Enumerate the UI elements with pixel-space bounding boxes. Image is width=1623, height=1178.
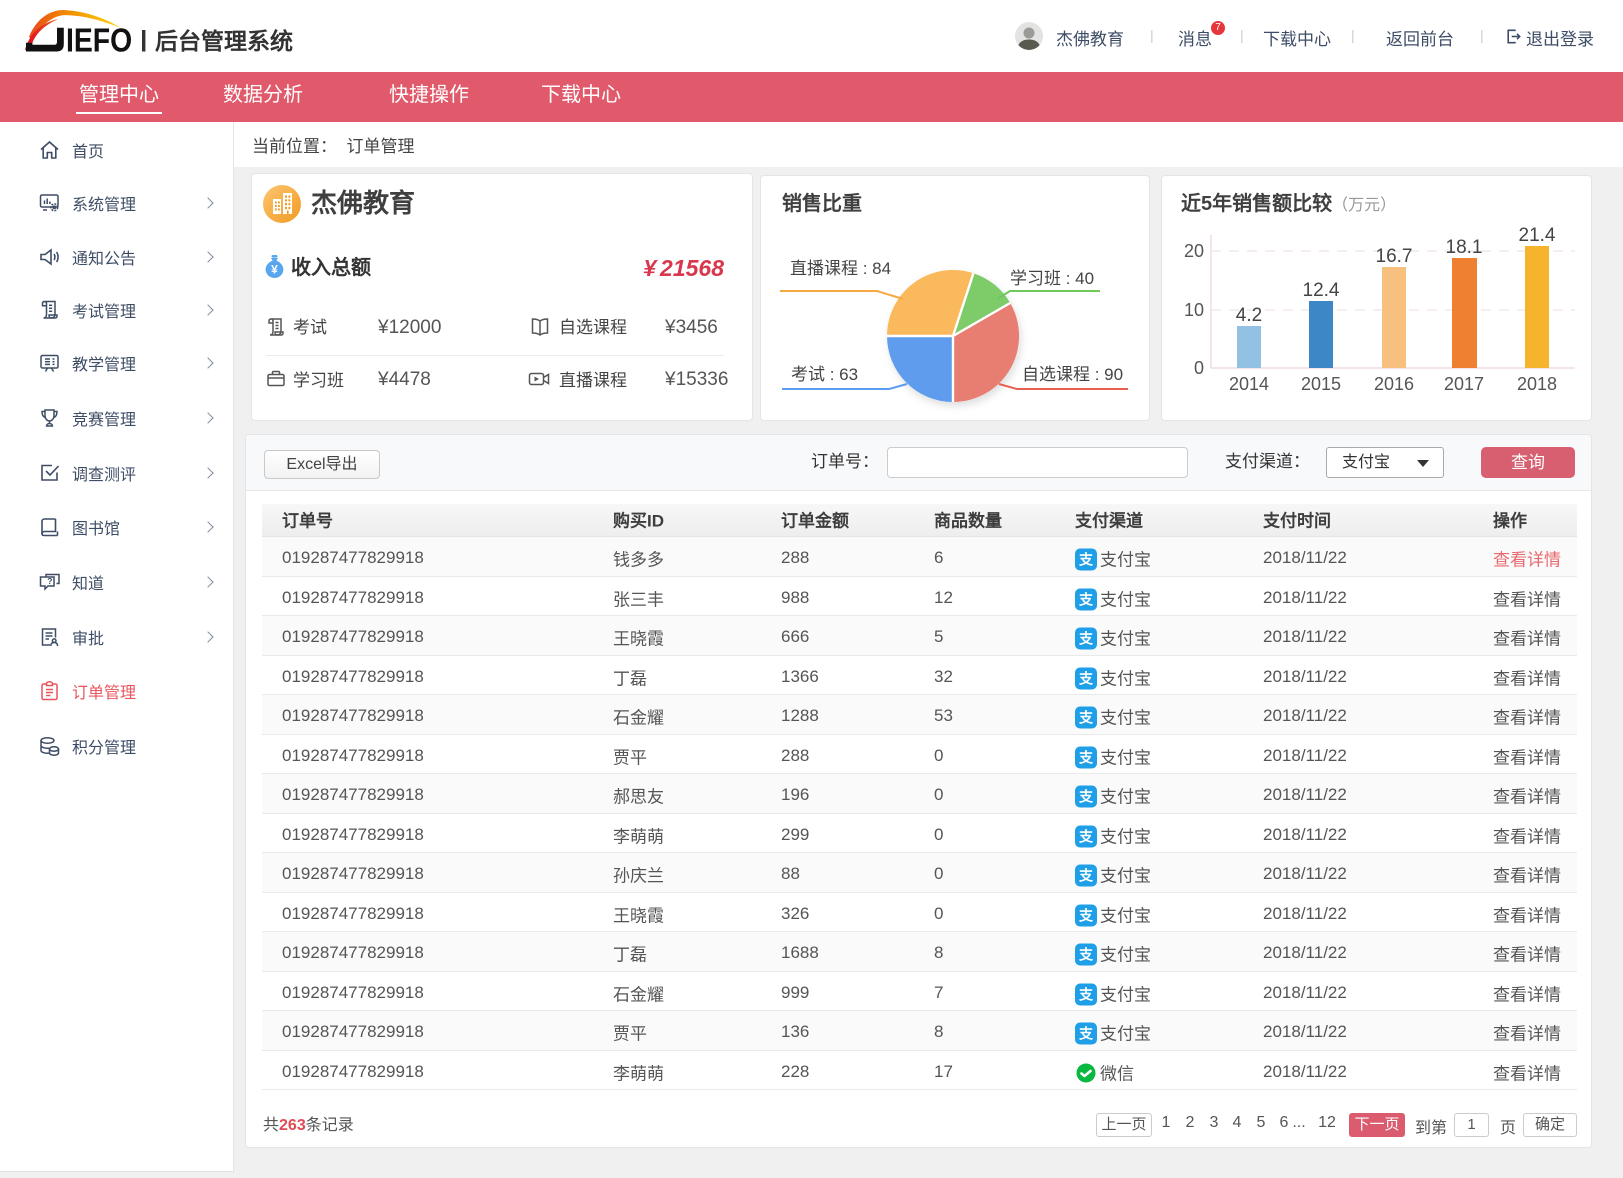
svg-text:16.7: 16.7 (1376, 246, 1413, 267)
svg-text:支: 支 (1078, 986, 1094, 1002)
svg-text:21.4: 21.4 (1519, 225, 1556, 246)
svg-text:后台管理系统: 后台管理系统 (155, 28, 293, 54)
svg-text:IEFO: IEFO (66, 22, 132, 60)
svg-text:?: ? (47, 576, 52, 586)
svg-text:支: 支 (1078, 1026, 1094, 1042)
svg-text:支: 支 (1078, 868, 1094, 884)
svg-text:学习班 : 40: 学习班 : 40 (1010, 269, 1094, 288)
svg-text:支: 支 (1078, 552, 1094, 568)
svg-text:直播课程 : 84: 直播课程 : 84 (790, 259, 891, 278)
svg-text:支: 支 (1078, 828, 1094, 844)
svg-text:支: 支 (1078, 591, 1094, 607)
svg-text:2017: 2017 (1444, 374, 1484, 394)
svg-text:支: 支 (1078, 749, 1094, 765)
svg-text:支: 支 (1078, 789, 1094, 805)
svg-text:考试 : 63: 考试 : 63 (791, 365, 858, 384)
svg-text:20: 20 (1184, 241, 1204, 261)
svg-text:2014: 2014 (1229, 374, 1269, 394)
svg-text:18.1: 18.1 (1446, 237, 1483, 258)
svg-text:12.4: 12.4 (1303, 280, 1340, 301)
svg-text:2015: 2015 (1301, 374, 1341, 394)
svg-text:支: 支 (1078, 710, 1094, 726)
svg-text:2018: 2018 (1517, 374, 1557, 394)
svg-text:¥: ¥ (271, 263, 278, 277)
svg-text:支: 支 (1078, 907, 1094, 923)
svg-text:10: 10 (1184, 300, 1204, 320)
svg-text:4.2: 4.2 (1236, 305, 1262, 326)
svg-text:自选课程 : 90: 自选课程 : 90 (1022, 365, 1123, 384)
svg-text:0: 0 (1194, 358, 1204, 378)
svg-text:支: 支 (1078, 947, 1094, 963)
svg-text:支: 支 (1078, 670, 1094, 686)
svg-text:支: 支 (1078, 631, 1094, 647)
svg-text:2016: 2016 (1374, 374, 1414, 394)
